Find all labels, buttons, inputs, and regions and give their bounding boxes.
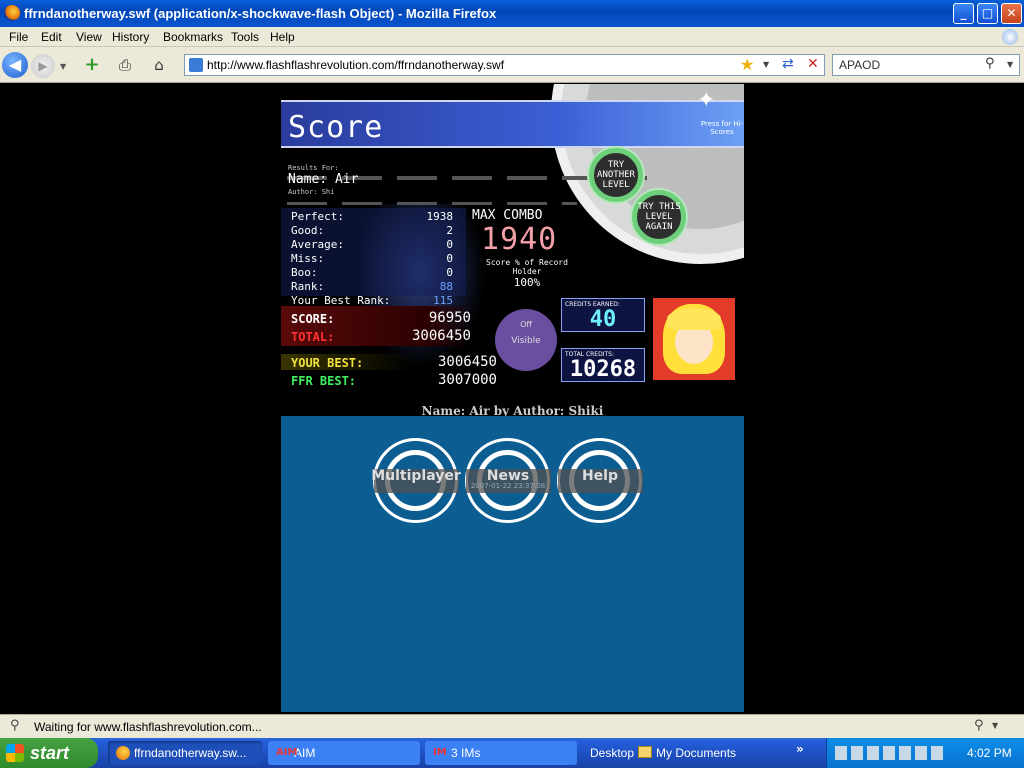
menu-bar: File Edit View History Bookmarks Tools H… <box>0 27 1024 47</box>
throbber-icon <box>1002 29 1018 45</box>
song-author: Author: Shi <box>288 188 335 196</box>
zoom-dropdown-icon[interactable]: ▼ <box>992 721 998 730</box>
page-title: Score <box>288 110 384 145</box>
max-combo-label: MAX COMBO <box>472 208 543 223</box>
menu-tools[interactable]: Tools <box>231 30 259 44</box>
back-icon[interactable]: ◀ <box>2 52 28 78</box>
print-icon[interactable]: ⎙ <box>113 53 137 77</box>
tray-icons[interactable] <box>835 746 945 760</box>
results-for-label: Results For: <box>288 164 339 172</box>
menu-view[interactable]: View <box>76 30 102 44</box>
stat-good-value: 2 <box>446 224 453 237</box>
search-box[interactable]: APAOD ⚲ ▼ <box>832 54 1020 76</box>
stat-average-label: Average: <box>291 238 344 251</box>
hiscores-link[interactable]: Press for Hi-Scores <box>697 120 744 136</box>
search-icon[interactable]: ⚲ <box>985 56 995 71</box>
stat-perfect-value: 1938 <box>426 210 454 223</box>
desktop-toolbar[interactable]: Desktop <box>590 746 634 760</box>
score-header: Score <box>281 100 744 148</box>
history-dropdown-icon[interactable]: ▼ <box>60 62 66 71</box>
stat-boo-value: 0 <box>446 266 453 279</box>
reload-icon[interactable]: ⇄ <box>782 56 794 72</box>
visible-toggle-state: Off <box>520 320 532 329</box>
total-value: 3006450 <box>411 328 471 344</box>
try-another-level-button[interactable]: TRY ANOTHER LEVEL <box>589 148 643 202</box>
multiplayer-label: Multiplayer <box>371 468 461 484</box>
ffr-best-value: 3007000 <box>437 372 497 388</box>
stat-rank-value: 88 <box>439 280 453 293</box>
home-icon[interactable]: ⌂ <box>147 53 171 77</box>
url-dropdown-icon[interactable]: ▼ <box>763 60 769 69</box>
search-text: APAOD <box>839 58 881 72</box>
menu-help[interactable]: Help <box>270 30 295 44</box>
ffr-best-label: FFR BEST: <box>291 374 357 388</box>
menu-edit[interactable]: Edit <box>41 30 62 44</box>
new-tab-icon[interactable]: + <box>80 53 104 77</box>
menu-history[interactable]: History <box>112 30 149 44</box>
aim-icon: AIM <box>276 747 298 758</box>
credits-earned-value: 40 <box>589 307 617 332</box>
search-dropdown-icon[interactable]: ▼ <box>1007 60 1013 69</box>
maximize-button[interactable]: □ <box>977 3 998 24</box>
task-firefox[interactable]: ffrndanotherway.sw... <box>108 741 262 765</box>
title-bar: ffrndanotherway.swf (application/x-shock… <box>0 0 1024 27</box>
folder-icon <box>638 746 652 758</box>
minimize-button[interactable]: _ <box>953 3 974 24</box>
stat-miss-value: 0 <box>446 252 453 265</box>
flash-object[interactable]: Score ✦ Press for Hi-Scores Results For:… <box>281 84 744 712</box>
score-label: SCORE: <box>291 312 335 326</box>
total-credits-value: 10268 <box>569 357 637 382</box>
forward-icon[interactable]: ▶ <box>31 54 55 78</box>
your-best-label: YOUR BEST: <box>291 356 364 370</box>
dancer-icon[interactable]: ✦ <box>697 88 719 116</box>
stop-icon[interactable]: ✕ <box>807 56 819 72</box>
help-label: Help <box>581 468 619 484</box>
score-pct-label: Score % of Record Holder <box>486 258 568 276</box>
score-value: 96950 <box>428 310 471 326</box>
status-search-icon: ⚲ <box>10 718 20 733</box>
url-bar[interactable]: http://www.flashflashrevolution.com/ffrn… <box>184 54 825 76</box>
menu-file[interactable]: File <box>9 30 28 44</box>
task-ims[interactable]: 3 IMs <box>425 741 577 765</box>
score-pct-value: 100% <box>513 276 541 289</box>
status-bar: ⚲ Waiting for www.flashflashrevolution.c… <box>0 714 1024 738</box>
song-name: Name: Air <box>288 172 359 187</box>
menu-bookmarks[interactable]: Bookmarks <box>163 30 223 44</box>
system-tray: 4:02 PM <box>826 738 1024 768</box>
zoom-icon[interactable]: ⚲ <box>974 718 984 733</box>
visible-toggle-label: Visible <box>511 336 541 346</box>
credits-earned-box: CREDITS EARNED: 40 <box>561 298 645 332</box>
ims-icon: IM <box>433 747 447 758</box>
bookmark-star-icon[interactable]: ★ <box>740 55 754 74</box>
clock: 4:02 PM <box>967 746 1012 760</box>
firefox-icon <box>4 5 20 21</box>
stat-average-value: 0 <box>446 238 453 251</box>
windows-logo-icon <box>6 744 24 762</box>
close-button[interactable]: ✕ <box>1001 3 1022 24</box>
firefox-task-icon <box>116 746 130 760</box>
window-title: ffrndanotherway.swf (application/x-shock… <box>24 6 497 21</box>
chevron-icon[interactable]: » <box>796 742 804 756</box>
total-label: TOTAL: <box>291 330 335 344</box>
stat-good-label: Good: <box>291 224 325 237</box>
news-date: 2007-01-22 23:37:08 <box>470 482 546 490</box>
stat-rank-label: Rank: <box>291 280 325 293</box>
url-text: http://www.flashflashrevolution.com/ffrn… <box>207 58 505 72</box>
avatar <box>653 298 735 380</box>
try-level-again-button[interactable]: TRY THIS LEVEL AGAIN <box>632 190 686 244</box>
total-credits-box: TOTAL CREDITS: 10268 <box>561 348 645 382</box>
stat-boo-label: Boo: <box>291 266 318 279</box>
stat-perfect-label: Perfect: <box>291 210 344 223</box>
your-best-value: 3006450 <box>437 354 497 370</box>
status-text: Waiting for www.flashflashrevolution.com… <box>34 720 262 734</box>
site-icon <box>189 58 203 72</box>
stat-miss-label: Miss: <box>291 252 325 265</box>
max-combo-value: 1940 <box>481 222 558 257</box>
my-documents-link[interactable]: My Documents <box>656 746 736 760</box>
